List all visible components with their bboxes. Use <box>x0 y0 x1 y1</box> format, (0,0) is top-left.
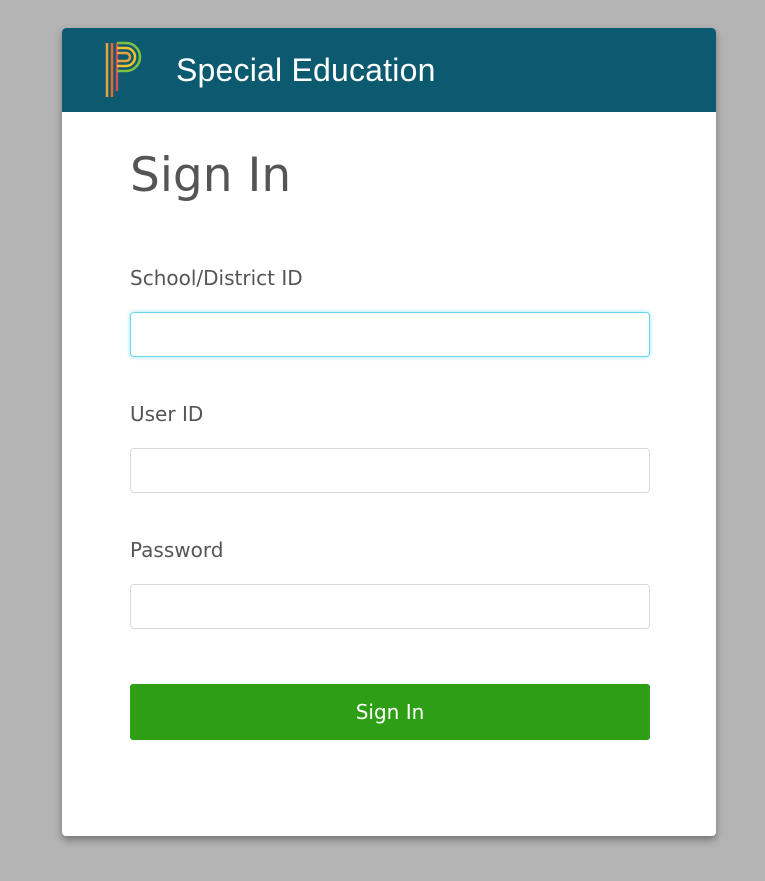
user-id-label: User ID <box>130 402 204 426</box>
powerschool-logo-icon <box>105 41 142 97</box>
page-title: Sign In <box>130 148 292 203</box>
school-id-label: School/District ID <box>130 266 303 290</box>
signin-card: Special Education Sign In School/Distric… <box>62 28 716 836</box>
school-id-input[interactable] <box>130 312 650 357</box>
app-title: Special Education <box>176 51 436 88</box>
password-input[interactable] <box>130 584 650 629</box>
app-header: Special Education <box>62 28 716 112</box>
sign-in-button[interactable]: Sign In <box>130 684 650 740</box>
signin-form: Sign In School/District ID User ID Passw… <box>62 148 716 740</box>
user-id-input[interactable] <box>130 448 650 493</box>
password-label: Password <box>130 538 224 562</box>
